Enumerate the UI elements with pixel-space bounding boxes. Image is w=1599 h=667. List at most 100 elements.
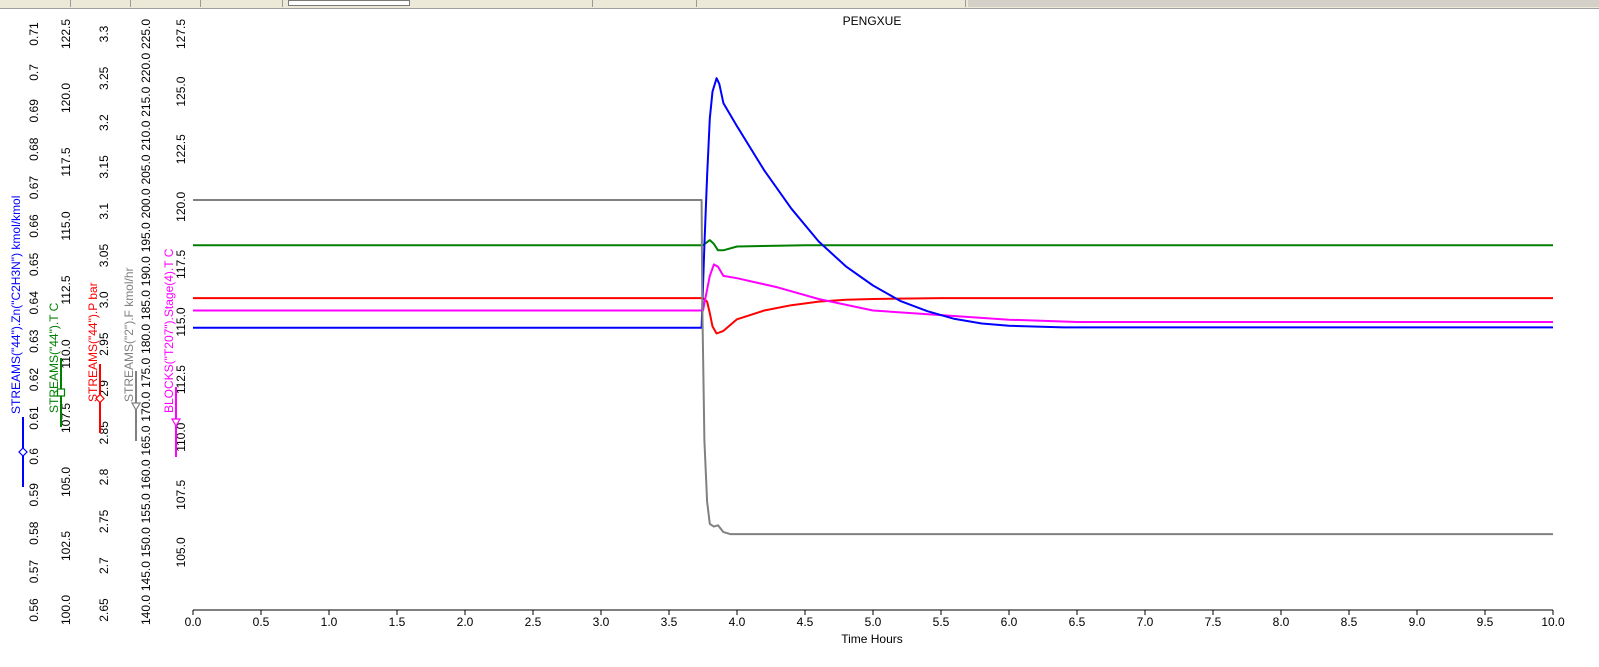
toolbar-segment	[414, 0, 593, 7]
y-tick-label: 170.0	[139, 391, 153, 421]
y-axis-title: STREAMS("44").P bar	[86, 282, 100, 402]
y-tick-label: 3.05	[97, 244, 111, 268]
y-tick-label: 3.25	[97, 66, 111, 90]
x-tick-label: 3.5	[661, 615, 678, 629]
y-tick-label: 215.0	[139, 86, 153, 116]
y-tick-label: 220.0	[139, 53, 153, 83]
y-tick-label: 100.0	[59, 595, 73, 625]
y-tick-label: 195.0	[139, 222, 153, 252]
top-toolbar-strip	[0, 0, 1599, 9]
series-line-4	[193, 77, 1553, 329]
y-tick-label: 105.0	[174, 537, 188, 567]
y-tick-label: 127.5	[174, 19, 188, 49]
y-tick-label: 115.0	[174, 307, 188, 336]
y-tick-label: 200.0	[139, 188, 153, 218]
y-tick-label: 0.62	[27, 368, 41, 392]
y-tick-label: 180.0	[139, 324, 153, 354]
y-tick-label: 0.58	[27, 521, 41, 545]
y-tick-label: 210.0	[139, 120, 153, 150]
y-tick-label: 122.5	[174, 134, 188, 164]
y-tick-label: 160.0	[139, 459, 153, 489]
y-tick-label: 0.56	[27, 598, 41, 622]
y-tick-label: 107.5	[174, 479, 188, 509]
x-axis-label: Time Hours	[841, 632, 903, 646]
x-tick-label: 7.5	[1205, 615, 1222, 629]
x-tick-label: 0.5	[253, 615, 270, 629]
y-axis-title: STREAMS("44").Zn("C2H3N") kmol/kmol	[9, 196, 23, 414]
toolbar-segment	[200, 0, 283, 7]
y-axis-4: 140.0 145.0 150.0 155.0 160.0 165.0 170.0 175.0…	[122, 19, 153, 625]
x-tick-label: 0.0	[185, 615, 202, 629]
y-tick-label: 117.5	[59, 147, 73, 176]
y-tick-label: 2.7	[97, 557, 111, 574]
y-tick-label: 155.0	[139, 493, 153, 523]
y-tick-label: 2.8	[97, 468, 111, 485]
y-axis-2: 100.0102.5105.0107.5110.0112.5115.0117.5…	[47, 19, 73, 625]
toolbar-segment	[0, 0, 71, 7]
y-tick-label: 112.5	[59, 275, 73, 304]
y-tick-label: 0.71	[27, 22, 41, 46]
y-tick-label: 0.59	[27, 483, 41, 507]
x-tick-label: 1.0	[321, 615, 338, 629]
x-tick-label: 8.0	[1273, 615, 1290, 629]
toolbar-segment	[968, 0, 1599, 7]
plot-window[interactable]: PENGXUE Time Hours 0.56 0.57 0.58 0.59 0.6 0.…	[0, 9, 1599, 667]
x-tick-label: 4.0	[729, 615, 746, 629]
y-tick-label: 117.5	[174, 250, 188, 279]
y-tick-label: 0.61	[27, 406, 41, 430]
y-axis-title: BLOCKS("T207").Stage(4).T C	[162, 248, 176, 413]
y-tick-label: 2.65	[97, 598, 111, 622]
y-tick-label: 122.5	[59, 19, 73, 49]
x-tick-label: 7.0	[1137, 615, 1154, 629]
line-chart[interactable]: PENGXUE Time Hours 0.560.570.580.590.60.…	[0, 9, 1599, 667]
series-line-2	[193, 263, 1553, 323]
series-line-3	[193, 239, 1553, 252]
y-tick-label: 0.57	[27, 560, 41, 584]
legend-marker-diamond	[18, 447, 28, 457]
toolbar-segment	[70, 0, 131, 7]
y-axis-1: 0.56 0.57 0.58 0.59 0.6 0.61 0.62 0.63 0.64 0.65 0…	[9, 22, 41, 622]
toolbar-segment	[700, 0, 966, 7]
legend-marker-square	[56, 388, 66, 397]
x-tick-label: 10.0	[1541, 615, 1565, 629]
x-axis: 0.0 0.5 1.0 1.5 2.0 2.5 3.0 3.5 4.0 4.5 5.0 5.5 6.0 6…	[185, 609, 1565, 629]
x-tick-label: 3.0	[593, 615, 610, 629]
y-tick-label: 125.0	[174, 76, 188, 106]
y-tick-label: 165.0	[139, 425, 153, 455]
y-tick-label: 120.0	[174, 191, 188, 221]
y-tick-label: 175.0	[139, 357, 153, 387]
y-axes-group: 0.56 0.57 0.58 0.59 0.6 0.61 0.62 0.63 0.64 0.65 0…	[9, 19, 188, 625]
x-tick-label: 1.5	[389, 615, 406, 629]
x-tick-label: 4.5	[797, 615, 814, 629]
y-tick-label: 3.15	[97, 155, 111, 179]
y-tick-label: 3.3	[97, 25, 111, 42]
y-tick-label: 0.63	[27, 329, 41, 353]
y-tick-label: 0.7	[27, 64, 41, 81]
x-tick-label: 6.0	[1001, 615, 1018, 629]
x-tick-label: 5.0	[865, 615, 882, 629]
y-tick-label: 190.0	[139, 256, 153, 286]
x-tick-label: 2.5	[525, 615, 542, 629]
y-tick-label: 0.68	[27, 137, 41, 161]
toolbar-segment	[130, 0, 201, 7]
x-tick-label: 9.0	[1409, 615, 1426, 629]
x-tick-label: 2.0	[457, 615, 474, 629]
x-tick-label: 5.5	[933, 615, 950, 629]
x-tick-label: 9.5	[1477, 615, 1494, 629]
toolbar-segment	[596, 0, 697, 7]
y-tick-label: 140.0	[139, 595, 153, 625]
y-tick-label: 2.75	[97, 509, 111, 533]
y-tick-label: 205.0	[139, 154, 153, 184]
y-tick-label: 0.69	[27, 99, 41, 123]
y-tick-label: 145.0	[139, 561, 153, 591]
y-tick-label: 115.0	[59, 211, 73, 240]
series-line-5	[193, 199, 1553, 536]
series-group	[193, 77, 1553, 536]
x-tick-label: 8.5	[1341, 615, 1358, 629]
y-tick-label: 0.66	[27, 214, 41, 238]
y-axis-5: 105.0107.5110.0112.5115.0117.5120.0122.5…	[162, 19, 188, 568]
x-tick-label: 6.5	[1069, 615, 1086, 629]
y-tick-label: 3.1	[97, 203, 111, 220]
toolbar-input[interactable]	[288, 0, 410, 6]
chart-title: PENGXUE	[843, 14, 902, 28]
